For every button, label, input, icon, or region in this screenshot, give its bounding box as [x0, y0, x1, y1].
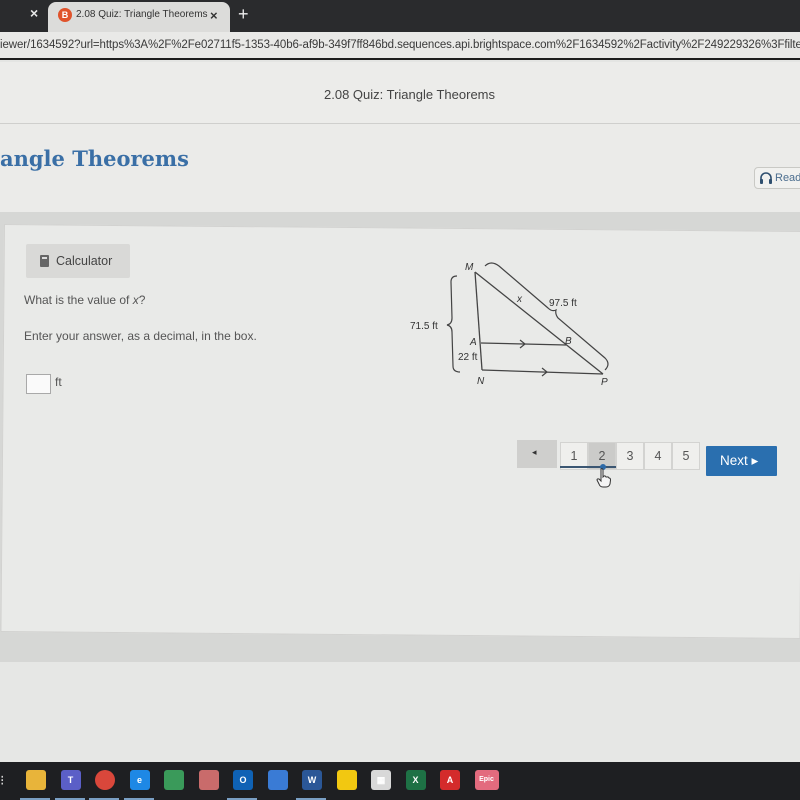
taskbar-outlook-icon[interactable]: O: [233, 770, 253, 790]
taskbar-teams-icon[interactable]: T: [60, 770, 81, 790]
vertex-label-m: M: [465, 262, 474, 273]
previous-page-button[interactable]: ◂: [517, 440, 557, 468]
taskbar-snipping-tool-icon[interactable]: [198, 770, 219, 790]
taskbar-sticky-notes-icon[interactable]: [336, 770, 357, 790]
url-text[interactable]: iewer/1634592?url=https%3A%2F%2Fe02711f5…: [0, 39, 800, 51]
segment-np: [481, 369, 604, 375]
readspeaker-button[interactable]: Readi: [754, 167, 800, 189]
label-x: x: [516, 294, 523, 305]
address-bar[interactable]: iewer/1634592?url=https%3A%2F%2Fe02711f5…: [0, 32, 800, 60]
question-prompt: What is the value of x?: [24, 293, 145, 307]
question-prompt-suffix: ?: [138, 293, 146, 307]
calculator-label: Calculator: [56, 254, 113, 268]
triangle-diagram: M A N B P x 97.5 ft 71.5 ft 22 ft: [410, 262, 609, 388]
question-prompt-prefix: What is the value of: [24, 293, 133, 307]
vertex-label-p: P: [601, 377, 608, 388]
page-header-title: 2.08 Quiz: Triangle Theorems: [324, 87, 496, 102]
page-lower-area: [0, 662, 800, 762]
label-mp-length: 97.5 ft: [549, 298, 577, 309]
taskbar-calculator-icon[interactable]: ▦: [371, 770, 391, 790]
taskbar-search-icon[interactable]: ⁝: [0, 772, 4, 789]
answer-unit: ft: [55, 375, 62, 389]
headphones-icon: [760, 172, 772, 184]
taskbar-epic-icon[interactable]: Epic: [474, 770, 499, 790]
previous-tab-close-icon[interactable]: ×: [30, 5, 38, 21]
segment-mp: [474, 271, 604, 375]
taskbar-word-icon[interactable]: W: [302, 770, 322, 790]
next-button[interactable]: Next ▸: [706, 446, 777, 476]
calculator-icon: [40, 255, 49, 267]
taskbar-chat-app-icon[interactable]: [267, 770, 288, 790]
taskbar-file-explorer-icon[interactable]: [26, 770, 46, 790]
tab-close-icon[interactable]: ×: [210, 8, 218, 23]
taskbar-acrobat-icon[interactable]: A: [440, 770, 460, 790]
new-tab-icon[interactable]: +: [238, 4, 249, 25]
quiz-title: angle Theorems: [0, 146, 189, 171]
browser-tab-bar: × B 2.08 Quiz: Triangle Theorems × +: [0, 0, 800, 32]
vertex-label-a: A: [469, 337, 477, 348]
vertex-label-n: N: [477, 376, 485, 387]
vertex-label-b: B: [565, 336, 572, 347]
quiz-banner: angle Theorems Readi: [0, 124, 800, 212]
previous-arrow-icon: ◂: [532, 447, 537, 457]
question-instruction: Enter your answer, as a decimal, in the …: [24, 329, 257, 343]
browser-tab-active[interactable]: B 2.08 Quiz: Triangle Theorems ×: [48, 2, 230, 32]
taskbar-chrome-icon[interactable]: [95, 770, 115, 790]
answer-input[interactable]: [26, 374, 51, 394]
taskbar-globe-app-icon[interactable]: [164, 770, 184, 790]
label-an-length: 22 ft: [458, 352, 478, 363]
calculator-button[interactable]: Calculator: [26, 244, 130, 278]
hand-cursor-icon: [596, 468, 612, 488]
label-mn-length: 71.5 ft: [410, 321, 438, 332]
page-button-5[interactable]: 5: [672, 442, 700, 470]
page-button-3[interactable]: 3: [616, 442, 644, 470]
page-button-4[interactable]: 4: [644, 442, 672, 470]
brace-mp: [484, 262, 609, 371]
taskbar-internet-explorer-icon[interactable]: e: [129, 770, 150, 790]
taskbar-excel-icon[interactable]: X: [405, 770, 426, 790]
readspeaker-label: Readi: [775, 172, 800, 184]
next-button-label: Next ▸: [720, 453, 759, 468]
windows-taskbar: ⁝ Te O W ▦ X A Epic: [0, 762, 800, 800]
page-header: 2.08 Quiz: Triangle Theorems: [0, 62, 800, 124]
tab-title: 2.08 Quiz: Triangle Theorems: [76, 9, 208, 20]
brightspace-favicon-icon: B: [58, 8, 72, 22]
